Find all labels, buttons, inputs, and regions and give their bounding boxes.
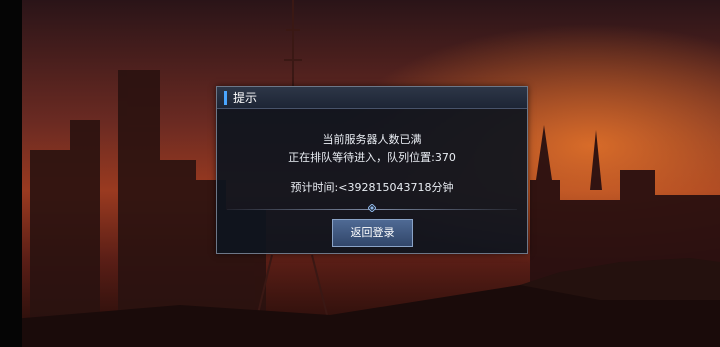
diamond-ornament-icon bbox=[368, 204, 376, 212]
queue-position-message: 正在排队等待进入，队列位置:370 bbox=[288, 151, 456, 164]
dialog-header: 提示 bbox=[217, 87, 527, 109]
server-full-message: 当前服务器人数已满 bbox=[322, 133, 422, 146]
queue-dialog: 提示 当前服务器人数已满 正在排队等待进入，队列位置:370 预计时间:<392… bbox=[216, 86, 528, 254]
left-letterbox bbox=[0, 0, 22, 347]
estimated-time-message: 预计时间:<392815043718分钟 bbox=[290, 181, 454, 194]
header-accent-bar bbox=[224, 91, 227, 105]
return-to-login-button[interactable]: 返回登录 bbox=[332, 219, 413, 247]
dialog-title: 提示 bbox=[233, 91, 258, 105]
